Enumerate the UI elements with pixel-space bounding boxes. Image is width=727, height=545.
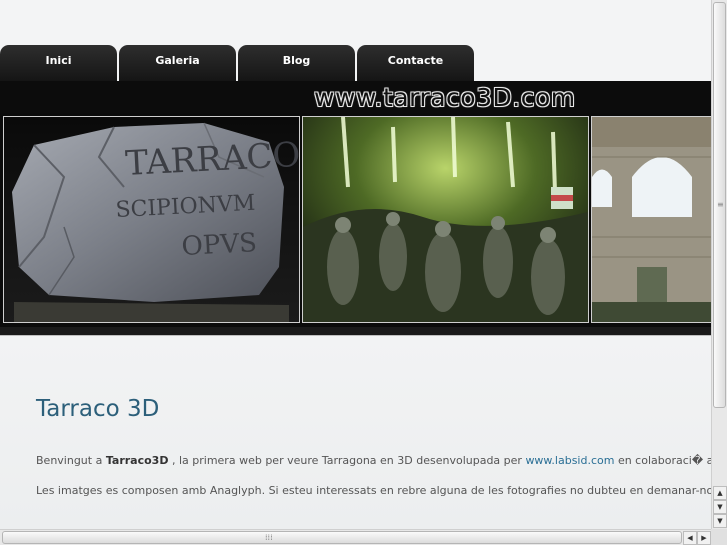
intro-text-end: en colaboraci� amb AvResear	[617, 454, 711, 467]
intro-paragraph: Benvingut a Tarraco3D , la primera web p…	[36, 454, 711, 467]
aqueduct-photo-graphic	[592, 117, 711, 322]
tab-blog[interactable]: Blog	[238, 45, 355, 81]
horizontal-scrollbar[interactable]: ⁞⁞⁞ ◀ ▶	[0, 529, 711, 545]
tab-galeria[interactable]: Galeria	[119, 45, 236, 81]
scroll-up-button[interactable]: ▲	[713, 486, 727, 500]
photo-gallery-strip: TARRACO SCIPIONVM OPVS	[0, 113, 711, 327]
labsid-link[interactable]: www.labsid.com	[525, 454, 614, 467]
brand-name: Tarraco3D	[105, 454, 169, 467]
header-bar: www.tarraco3D.com	[0, 81, 711, 113]
tab-contacte[interactable]: Contacte	[357, 45, 474, 81]
grip-icon: ⁞⁞⁞	[265, 533, 273, 542]
gallery-photo-festival[interactable]	[302, 116, 589, 323]
stone-photo-graphic: TARRACO SCIPIONVM OPVS	[4, 117, 299, 322]
stone-inscription-line3: OPVS	[181, 228, 258, 262]
gallery-bottom-band	[0, 327, 711, 335]
vertical-scroll-thumb[interactable]: ≡	[713, 2, 726, 408]
scroll-down-button[interactable]: ▼	[713, 500, 727, 514]
page-viewport: Inici Galeria Blog Contacte www.tarraco3…	[0, 0, 711, 529]
intro-text-start: Benvingut a	[36, 454, 106, 467]
page-title: Tarraco 3D	[36, 396, 160, 422]
horizontal-scroll-thumb[interactable]: ⁞⁞⁞	[2, 531, 682, 544]
scroll-right-button[interactable]: ▶	[697, 531, 711, 545]
scroll-left-button[interactable]: ◀	[683, 531, 697, 545]
scroll-down-end-button[interactable]: ▼	[713, 514, 727, 528]
content-area	[0, 336, 711, 529]
gallery-photo-aqueduct[interactable]	[591, 116, 711, 323]
anaglyph-paragraph: Les imatges es composen amb Anaglyph. Si…	[36, 484, 711, 497]
vertical-scrollbar[interactable]: ≡ ▲ ▼ ▼	[711, 0, 727, 529]
main-navigation: Inici Galeria Blog Contacte	[0, 45, 711, 81]
grip-icon: ≡	[717, 200, 724, 209]
scrollbar-corner	[711, 529, 727, 545]
site-title: www.tarraco3D.com	[314, 83, 576, 112]
intro-text-middle: , la primera web per veure Tarragona en …	[168, 454, 526, 467]
gallery-photo-stone[interactable]: TARRACO SCIPIONVM OPVS	[3, 116, 300, 323]
tab-inici[interactable]: Inici	[0, 45, 117, 81]
festival-photo-graphic	[303, 117, 588, 322]
